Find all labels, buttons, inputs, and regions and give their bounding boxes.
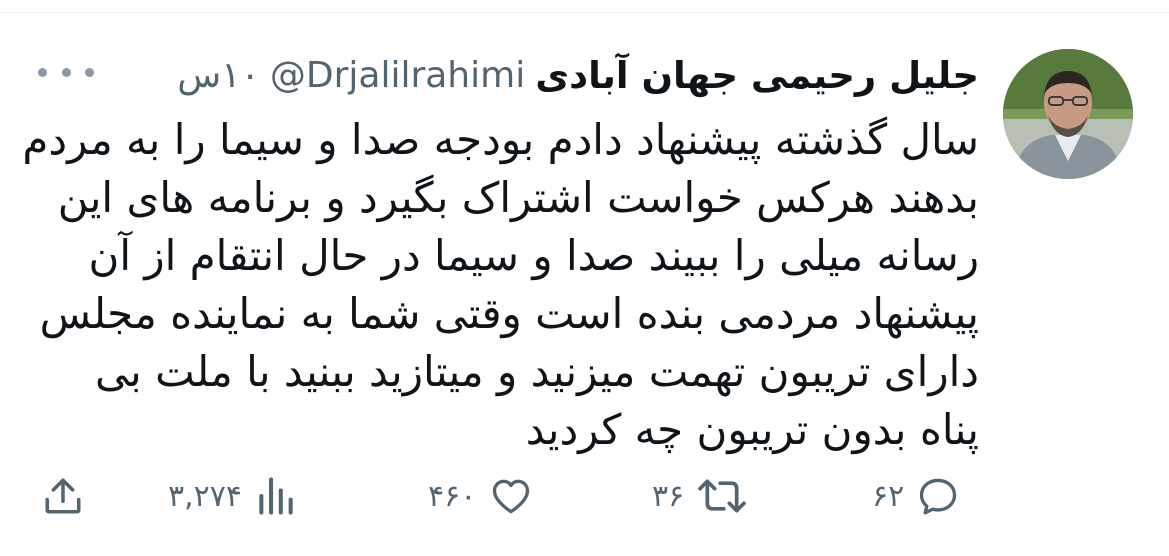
heart-icon xyxy=(493,479,530,514)
tweet-text-line: دارای تریبون تهمت میزنید و میتازید ببنید… xyxy=(95,347,979,396)
retweet-count: ۳۶ xyxy=(652,478,685,514)
like-count: ۴۶۰ xyxy=(428,478,477,514)
avatar[interactable] xyxy=(1003,49,1133,179)
tweet-text-line: پناه بدون تریبون چه کردید xyxy=(525,405,979,454)
tweet-text-line: رسانه میلی را ببیند صدا و سیما در حال ان… xyxy=(88,231,979,280)
reply-icon xyxy=(920,478,957,515)
action-bar: ۶۲ ۳۶ ۴۶۰ ۳,۲۷۴ xyxy=(0,471,1169,521)
tweet-text-line: پیشنهاد مردمی بنده است وقتی شما به نماین… xyxy=(39,289,979,338)
author-display-name[interactable]: جلیل رحیمی جهان آبادی xyxy=(535,54,979,97)
analytics-icon xyxy=(259,477,293,515)
views-count: ۳,۲۷۴ xyxy=(168,478,242,514)
tweet-header: جلیل رحیمی جهان آبادی @Drjalilrahimi ۱۰س xyxy=(177,45,979,105)
tweet[interactable]: جلیل رحیمی جهان آبادی @Drjalilrahimi ۱۰س… xyxy=(0,13,1169,556)
views-button[interactable]: ۳,۲۷۴ xyxy=(168,471,298,521)
tweet-text-line: بدهند هرکس خواست اشتراک بگیرد و برنامه ه… xyxy=(57,173,979,222)
top-divider xyxy=(0,0,1169,13)
share-icon xyxy=(45,478,81,514)
retweet-icon xyxy=(698,479,747,513)
share-button[interactable] xyxy=(42,471,84,521)
like-button[interactable]: ۴۶۰ xyxy=(428,471,534,521)
more-dot xyxy=(85,67,94,77)
avatar-image xyxy=(1003,49,1133,179)
more-dot xyxy=(61,67,71,77)
tweet-timestamp[interactable]: ۱۰س xyxy=(177,55,260,96)
tweet-text-line: سال گذشته پیشنهاد دادم بودجه صدا و سیما … xyxy=(22,115,979,164)
tweet-text: سال گذشته پیشنهاد دادم بودجه صدا و سیما … xyxy=(19,111,979,459)
retweet-button[interactable]: ۳۶ xyxy=(652,471,748,521)
reply-count: ۶۲ xyxy=(872,478,905,514)
more-dot xyxy=(38,67,47,77)
reply-button[interactable]: ۶۲ xyxy=(872,471,960,521)
author-handle[interactable]: @Drjalilrahimi xyxy=(270,55,525,96)
more-icon[interactable] xyxy=(38,57,94,87)
